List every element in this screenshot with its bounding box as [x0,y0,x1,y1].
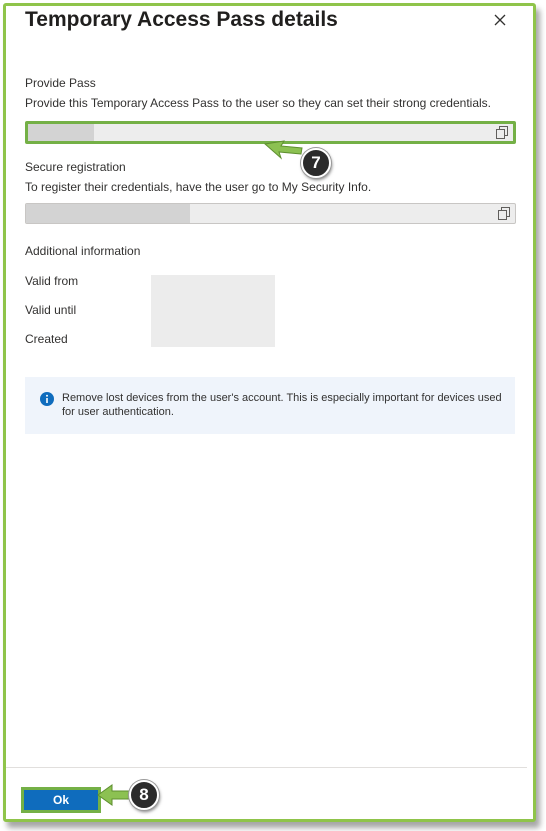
valid-until-label: Valid until [25,303,77,317]
copy-icon[interactable] [496,126,508,139]
redacted-pass-value [28,124,94,141]
close-icon[interactable] [492,12,508,28]
copy-icon[interactable] [498,207,510,220]
secure-registration-description: To register their credentials, have the … [25,180,372,194]
footer-divider [6,767,527,768]
callout-arrow-8 [97,784,131,806]
ok-button[interactable]: Ok [21,787,101,813]
registration-link-field[interactable] [25,203,516,224]
provide-pass-description: Provide this Temporary Access Pass to th… [25,96,492,110]
callout-arrow-7 [263,140,303,160]
step-8-badge: 8 [129,780,159,810]
provide-pass-heading: Provide Pass [25,76,96,90]
valid-from-label: Valid from [25,274,79,288]
step-7-badge: 7 [301,148,331,178]
redacted-registration-value [26,204,190,223]
dialog-title: Temporary Access Pass details [25,8,338,31]
secure-registration-heading: Secure registration [25,160,126,174]
additional-info-heading: Additional information [25,244,141,258]
info-banner: Remove lost devices from the user's acco… [25,377,515,434]
info-banner-text: Remove lost devices from the user's acco… [62,392,502,418]
created-label: Created [25,332,68,346]
info-icon [40,392,54,406]
dialog-panel: Temporary Access Pass details Provide Pa… [3,3,536,822]
redacted-dates [151,275,275,347]
